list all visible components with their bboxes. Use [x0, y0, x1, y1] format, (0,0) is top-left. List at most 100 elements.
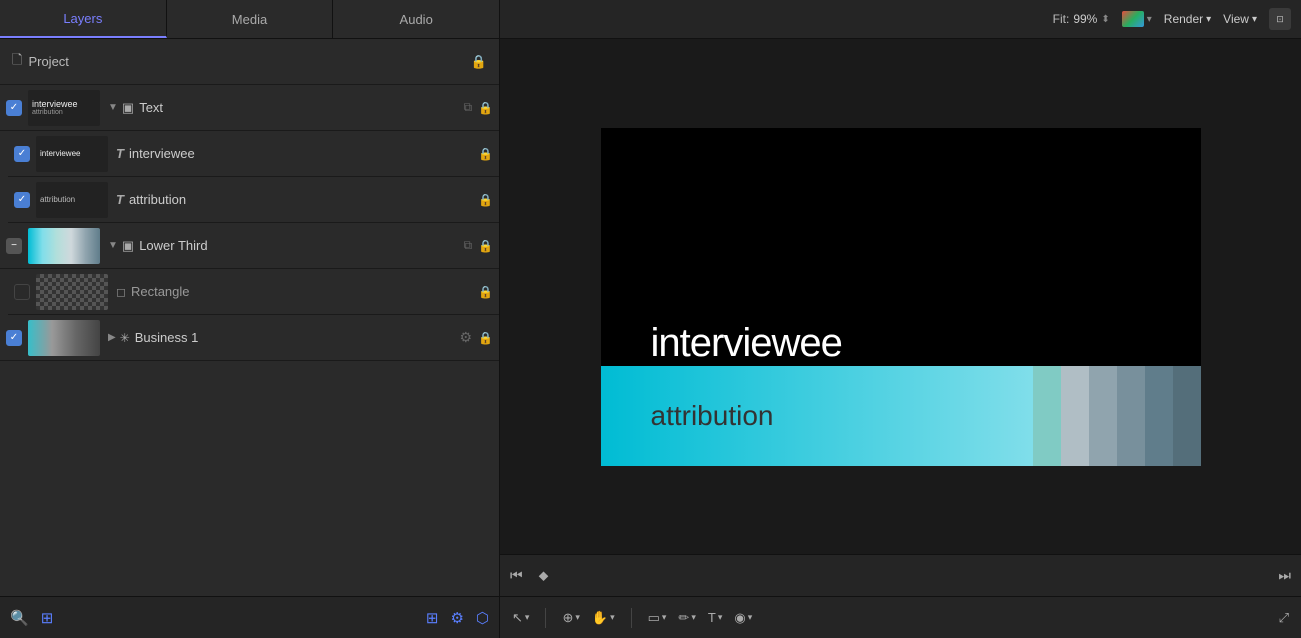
hand-tool-icon: ✋ [592, 610, 608, 626]
layers-list: ✓ interviewee attribution ▼ ▣ Text ⧉ 🔒 ✓ [0, 85, 499, 596]
group-icon-lower-third: ▣ [122, 238, 134, 254]
arrow-tool[interactable]: ↖ [512, 610, 529, 626]
fx-icon-business1: ✳ [120, 331, 130, 345]
lock-icon: 🔒 [471, 54, 487, 70]
layer-label-interviewee: interviewee [129, 146, 478, 161]
text-icon-interviewee: T [116, 146, 124, 161]
layers-panel: 🗋 Project 🔒 ✓ interviewee attribution ▼ … [0, 39, 500, 638]
canvas-teal-bg: attribution [601, 366, 1033, 466]
layer-row-interviewee[interactable]: ✓ interviewee T interviewee 🔒 [8, 131, 499, 177]
layer-thumbnail-lower-third [28, 228, 100, 264]
color-tool[interactable]: ◉ [734, 610, 752, 626]
shape-icon-rectangle: ◻ [116, 285, 126, 299]
layer-thumbnail-text: interviewee attribution [28, 90, 100, 126]
layer-actions-rectangle: 🔒 [478, 285, 493, 299]
expand-arrow-business1[interactable]: ▶ [108, 332, 116, 343]
fit-control[interactable]: Fit: 99% ⬍ [1053, 12, 1110, 26]
tab-group: Layers Media Audio [0, 0, 500, 38]
text-tool-icon: T [708, 610, 716, 625]
globe-tool-icon: ⊕ [562, 610, 573, 626]
color-picker-icon[interactable]: ▾ [1122, 11, 1152, 27]
layer-thumbnail-attribution: attribution [36, 182, 108, 218]
share-icon[interactable]: ⬡ [476, 609, 489, 627]
project-label: 🗋 Project [12, 51, 471, 73]
layer-checkbox-rectangle[interactable] [14, 284, 30, 300]
gear-icon-business1[interactable]: ⚙ [459, 329, 472, 346]
lock-icon-attribution[interactable]: 🔒 [478, 193, 493, 207]
canvas-block-4 [1117, 366, 1145, 466]
layer-checkbox-attribution[interactable]: ✓ [14, 192, 30, 208]
tab-layers[interactable]: Layers [0, 0, 167, 38]
window-size-button[interactable]: ⊡ [1269, 8, 1291, 30]
layer-label-attribution: attribution [129, 192, 478, 207]
lock-icon-interviewee[interactable]: 🔒 [478, 147, 493, 161]
color-tool-icon: ◉ [734, 610, 745, 626]
lock-icon-rectangle[interactable]: 🔒 [478, 285, 493, 299]
canvas-preview: interviewee attribution [601, 128, 1201, 466]
timeline-marker-btn[interactable]: ⬥ [539, 567, 549, 584]
globe-tool[interactable]: ⊕ [562, 610, 579, 626]
canvas-area: interviewee attribution [500, 39, 1301, 554]
text-icon-attribution: T [116, 192, 124, 207]
view-dropdown[interactable]: View [1223, 12, 1257, 26]
layer-actions-business1: ⚙ 🔒 [459, 329, 493, 346]
layer-actions-interviewee: 🔒 [478, 147, 493, 161]
canvas-interviewee-text: interviewee [651, 321, 842, 366]
layer-checkbox-text[interactable]: ✓ [6, 100, 22, 116]
right-bottom-bar: ↖ ⊕ ✋ ▭ ✏ T ◉ ⤢ [500, 596, 1301, 638]
render-dropdown[interactable]: Render [1164, 12, 1211, 26]
layer-row-lower-third[interactable]: − ▼ ▣ Lower Third ⧉ 🔒 [0, 223, 499, 269]
sep1 [545, 608, 546, 628]
hand-tool[interactable]: ✋ [592, 610, 615, 626]
expand-arrow-lower-third[interactable]: ▼ [108, 240, 118, 251]
pen-tool-icon: ✏ [678, 610, 689, 626]
sep2 [631, 608, 632, 628]
layer-actions-lower-third: ⧉ 🔒 [463, 238, 493, 253]
layer-checkbox-lower-third[interactable]: − [6, 238, 22, 254]
text-tool[interactable]: T [708, 610, 722, 625]
layer-row-business1[interactable]: ✓ ▶ ✳ Business 1 ⚙ 🔒 [0, 315, 499, 361]
top-bar: Layers Media Audio Fit: 99% ⬍ ▾ Render V… [0, 0, 1301, 39]
layer-label-business1: Business 1 [135, 330, 460, 345]
layer-actions-text: ⧉ 🔒 [463, 100, 493, 115]
search-icon[interactable]: 🔍 [10, 609, 29, 627]
arrange-icon[interactable]: ⊞ [41, 609, 54, 627]
lock-icon-lower-third[interactable]: 🔒 [478, 239, 493, 253]
main-content: 🗋 Project 🔒 ✓ interviewee attribution ▼ … [0, 39, 1301, 638]
layer-checkbox-interviewee[interactable]: ✓ [14, 146, 30, 162]
shape-tool[interactable]: ▭ [648, 610, 667, 626]
canvas-attribution-text: attribution [651, 400, 774, 432]
group-icon-text: ▣ [122, 100, 134, 116]
layer-label-rectangle: Rectangle [131, 284, 478, 299]
project-row[interactable]: 🗋 Project 🔒 [0, 39, 499, 85]
tab-audio[interactable]: Audio [333, 0, 500, 38]
layer-thumbnail-rectangle [36, 274, 108, 310]
grid-icon[interactable]: ⊞ [426, 609, 439, 627]
tab-media[interactable]: Media [167, 0, 334, 38]
shape-tool-icon: ▭ [648, 610, 660, 626]
canvas-block-6 [1173, 366, 1201, 466]
layer-row-rectangle[interactable]: ◻ Rectangle 🔒 [8, 269, 499, 315]
layer-thumbnail-interviewee: interviewee [36, 136, 108, 172]
expand-arrow-text[interactable]: ▼ [108, 102, 118, 113]
layer-row-attribution[interactable]: ✓ attribution T attribution 🔒 [8, 177, 499, 223]
duplicate-icon-text[interactable]: ⧉ [463, 100, 472, 115]
left-bottom-bar: 🔍 ⊞ ⊞ ⚙ ⬡ [0, 596, 499, 638]
canvas-block-5 [1145, 366, 1173, 466]
layer-label-text: Text [139, 100, 463, 115]
lock-icon-business1[interactable]: 🔒 [478, 331, 493, 345]
timeline-start-btn[interactable]: ⏮ [510, 567, 523, 584]
pen-tool[interactable]: ✏ [678, 610, 695, 626]
canvas-right-blocks [1033, 366, 1201, 466]
gear-icon-bottom[interactable]: ⚙ [450, 609, 463, 627]
canvas-block-2 [1061, 366, 1089, 466]
layer-checkbox-business1[interactable]: ✓ [6, 330, 22, 346]
duplicate-icon-lower-third[interactable]: ⧉ [463, 238, 472, 253]
canvas-block-1 [1033, 366, 1061, 466]
timeline-end-btn[interactable]: ⏭ [1278, 567, 1291, 584]
layer-actions-attribution: 🔒 [478, 193, 493, 207]
layer-row-text-group[interactable]: ✓ interviewee attribution ▼ ▣ Text ⧉ 🔒 [0, 85, 499, 131]
canvas-lower-third: attribution [601, 366, 1201, 466]
expand-icon[interactable]: ⤢ [1279, 610, 1289, 626]
lock-icon-text[interactable]: 🔒 [478, 101, 493, 115]
